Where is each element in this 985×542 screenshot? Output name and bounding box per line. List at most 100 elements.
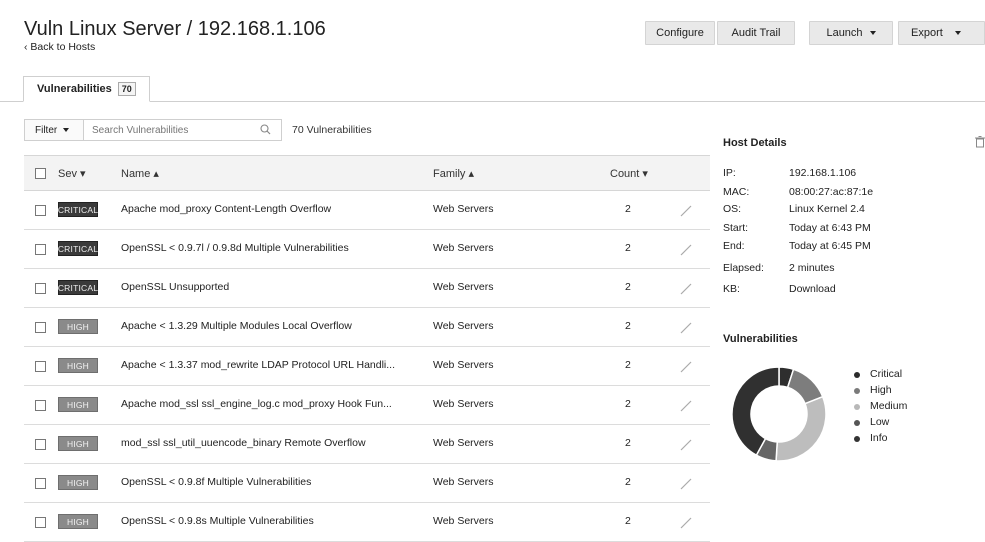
vulnerability-family: Web Servers: [433, 203, 494, 215]
vulnerability-family: Web Servers: [433, 320, 494, 332]
host-detail-value: Today at 6:43 PM: [789, 222, 871, 234]
row-checkbox[interactable]: [35, 400, 46, 411]
table-row[interactable]: CRITICAL OpenSSL Unsupported Web Servers 2: [24, 269, 710, 308]
table-row[interactable]: HIGH Apache < 1.3.29 Multiple Modules Loc…: [24, 308, 710, 347]
row-checkbox[interactable]: [35, 244, 46, 255]
vulnerability-count: 2: [625, 281, 631, 293]
host-detail-value: Linux Kernel 2.4: [789, 203, 865, 215]
tab-label: Vulnerabilities: [37, 83, 112, 95]
row-checkbox[interactable]: [35, 205, 46, 216]
host-detail-key: End:: [723, 240, 745, 252]
pencil-icon[interactable]: [679, 244, 693, 256]
vulnerability-family: Web Servers: [433, 515, 494, 527]
pencil-icon[interactable]: [679, 478, 693, 490]
table-row[interactable]: HIGH OpenSSL < 0.9.8s Multiple Vulnerabil…: [24, 503, 710, 542]
page-title: Vuln Linux Server / 192.168.1.106: [24, 18, 326, 40]
chevron-down-icon: [954, 31, 961, 35]
export-label: Export: [911, 27, 943, 39]
search-icon[interactable]: [260, 124, 271, 135]
vulnerability-name[interactable]: Apache mod_proxy Content-Length Overflow: [121, 203, 421, 215]
vulnerability-name[interactable]: OpenSSL < 0.9.8f Multiple Vulnerabilitie…: [121, 476, 421, 488]
legend-dot: [854, 404, 860, 410]
host-detail-key: Start:: [723, 222, 749, 234]
select-all-checkbox[interactable]: [35, 168, 46, 179]
vulnerability-count: 2: [625, 515, 631, 527]
row-checkbox[interactable]: [35, 478, 46, 489]
filter-dropdown[interactable]: Filter: [24, 119, 84, 141]
vulnerability-count: 2: [625, 359, 631, 371]
table-row[interactable]: HIGH Apache < 1.3.37 mod_rewrite LDAP Pro…: [24, 347, 710, 386]
configure-button[interactable]: Configure: [645, 21, 715, 45]
legend-label: Info: [870, 432, 888, 444]
host-details-title: Host Details: [723, 137, 787, 149]
vulnerability-name[interactable]: Apache mod_ssl ssl_engine_log.c mod_prox…: [121, 398, 421, 410]
column-header-sev[interactable]: Sev ▾: [58, 167, 86, 180]
severity-badge: HIGH: [58, 514, 98, 529]
legend-dot: [854, 388, 860, 394]
column-header-name[interactable]: Name ▴: [121, 167, 159, 180]
result-count: 70 Vulnerabilities: [292, 124, 372, 136]
vulnerability-count: 2: [625, 320, 631, 332]
pencil-icon[interactable]: [679, 517, 693, 529]
row-checkbox[interactable]: [35, 361, 46, 372]
row-checkbox[interactable]: [35, 517, 46, 528]
row-checkbox[interactable]: [35, 322, 46, 333]
chevron-down-icon: [63, 128, 70, 132]
vulnerabilities-chart-title: Vulnerabilities: [723, 333, 798, 345]
severity-badge: CRITICAL: [58, 241, 98, 256]
table-row[interactable]: HIGH OpenSSL < 0.9.8f Multiple Vulnerabil…: [24, 464, 710, 503]
tab-vulnerabilities[interactable]: Vulnerabilities 70: [23, 76, 150, 102]
pencil-icon[interactable]: [679, 439, 693, 451]
vulnerability-name[interactable]: Apache < 1.3.29 Multiple Modules Local O…: [121, 320, 421, 332]
vulnerability-family: Web Servers: [433, 476, 494, 488]
legend-dot: [854, 372, 860, 378]
host-detail-value[interactable]: Download: [789, 283, 836, 295]
pencil-icon[interactable]: [679, 322, 693, 334]
table-row[interactable]: HIGH Apache mod_ssl ssl_engine_log.c mod_…: [24, 386, 710, 425]
severity-badge: HIGH: [58, 397, 98, 412]
tab-count-badge: 70: [117, 82, 136, 96]
search-input[interactable]: [83, 119, 282, 141]
chevron-down-icon: [869, 31, 876, 35]
host-detail-key: Elapsed:: [723, 262, 764, 274]
vulnerability-name[interactable]: OpenSSL < 0.9.8s Multiple Vulnerabilitie…: [121, 515, 421, 527]
vulnerability-name[interactable]: OpenSSL Unsupported: [121, 281, 421, 293]
trash-icon[interactable]: [975, 136, 985, 148]
column-header-count[interactable]: Count ▾: [610, 167, 648, 180]
host-detail-key: MAC:: [723, 186, 750, 198]
vulnerability-family: Web Servers: [433, 398, 494, 410]
host-detail-value: Today at 6:45 PM: [789, 240, 871, 252]
vulnerability-count: 2: [625, 476, 631, 488]
legend-label: Critical: [870, 368, 903, 380]
launch-button[interactable]: Launch: [809, 21, 893, 45]
row-checkbox[interactable]: [35, 439, 46, 450]
table-row[interactable]: CRITICAL OpenSSL < 0.9.7l / 0.9.8d Multip…: [24, 230, 710, 269]
table-row[interactable]: HIGH mod_ssl ssl_util_uuencode_binary Rem…: [24, 425, 710, 464]
export-button[interactable]: Export: [898, 21, 985, 45]
vulnerability-family: Web Servers: [433, 359, 494, 371]
vulnerability-name[interactable]: mod_ssl ssl_util_uuencode_binary Remote …: [121, 437, 421, 449]
column-header-family[interactable]: Family ▴: [433, 167, 474, 180]
configure-label: Configure: [656, 27, 704, 39]
vulnerabilities-table: Sev ▾ Name ▴ Family ▴ Count ▾ CRITICAL Ap…: [24, 155, 710, 542]
severity-badge: CRITICAL: [58, 280, 98, 295]
back-to-hosts-link[interactable]: ‹ Back to Hosts: [24, 41, 95, 53]
vulnerability-family: Web Servers: [433, 281, 494, 293]
pencil-icon[interactable]: [679, 361, 693, 373]
host-detail-key: IP:: [723, 167, 736, 179]
table-row[interactable]: CRITICAL Apache mod_proxy Content-Length …: [24, 191, 710, 230]
vulnerability-name[interactable]: OpenSSL < 0.9.7l / 0.9.8d Multiple Vulne…: [121, 242, 421, 254]
pencil-icon[interactable]: [679, 205, 693, 217]
vulnerability-count: 2: [625, 242, 631, 254]
pencil-icon[interactable]: [679, 400, 693, 412]
audit-trail-button[interactable]: Audit Trail: [717, 21, 795, 45]
pencil-icon[interactable]: [679, 283, 693, 295]
severity-badge: HIGH: [58, 436, 98, 451]
audit-trail-label: Audit Trail: [731, 27, 781, 39]
row-checkbox[interactable]: [35, 283, 46, 294]
host-detail-value: 192.168.1.106: [789, 167, 857, 179]
vulnerability-name[interactable]: Apache < 1.3.37 mod_rewrite LDAP Protoco…: [121, 359, 421, 371]
vulnerabilities-donut-chart: [731, 366, 827, 462]
vulnerability-family: Web Servers: [433, 437, 494, 449]
host-detail-key: OS:: [723, 203, 742, 215]
